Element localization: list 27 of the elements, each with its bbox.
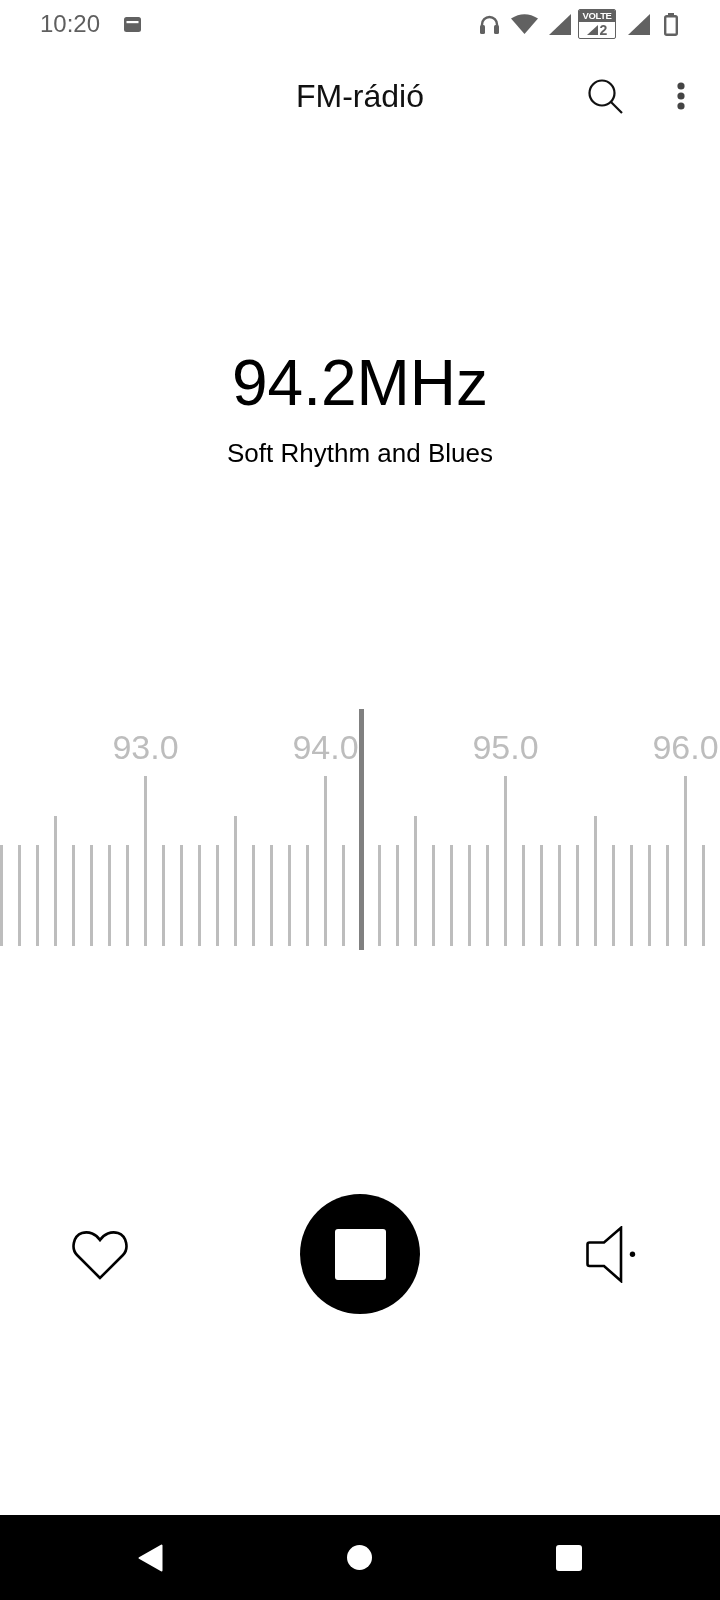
signal-icon (586, 25, 598, 35)
back-icon[interactable] (138, 1543, 163, 1572)
heart-icon[interactable] (71, 1230, 129, 1281)
frequency-readout: 94.2MHz (231, 351, 489, 415)
stop-icon (334, 1228, 386, 1280)
more-options-icon[interactable] (677, 82, 685, 110)
speaker-icon[interactable] (584, 1225, 636, 1283)
scale-label: 96.0 (652, 730, 719, 765)
card-icon (124, 16, 142, 32)
wifi-icon (511, 14, 538, 34)
scale-label: 94.0 (292, 730, 359, 765)
signal-icon (628, 13, 650, 35)
home-icon[interactable] (347, 1545, 372, 1570)
sim-slot-label: 2 (599, 23, 608, 37)
recents-icon[interactable] (556, 1544, 582, 1571)
clock-time: 10:20 (40, 12, 101, 36)
tuning-indicator[interactable] (358, 709, 364, 951)
battery-icon (664, 12, 678, 36)
tuning-dial[interactable]: 93.0 94.0 95.0 96.0 (0, 709, 720, 951)
station-name: Soft Rhythm and Blues (227, 438, 493, 470)
scale-label: 93.0 (112, 730, 179, 765)
scale-label: 95.0 (472, 730, 539, 765)
search-icon[interactable] (587, 78, 623, 114)
headphones-icon (479, 14, 500, 34)
volte-label: VOLTE (579, 10, 615, 22)
app-title: FM-rádió (296, 80, 424, 112)
signal-icon (549, 13, 571, 35)
